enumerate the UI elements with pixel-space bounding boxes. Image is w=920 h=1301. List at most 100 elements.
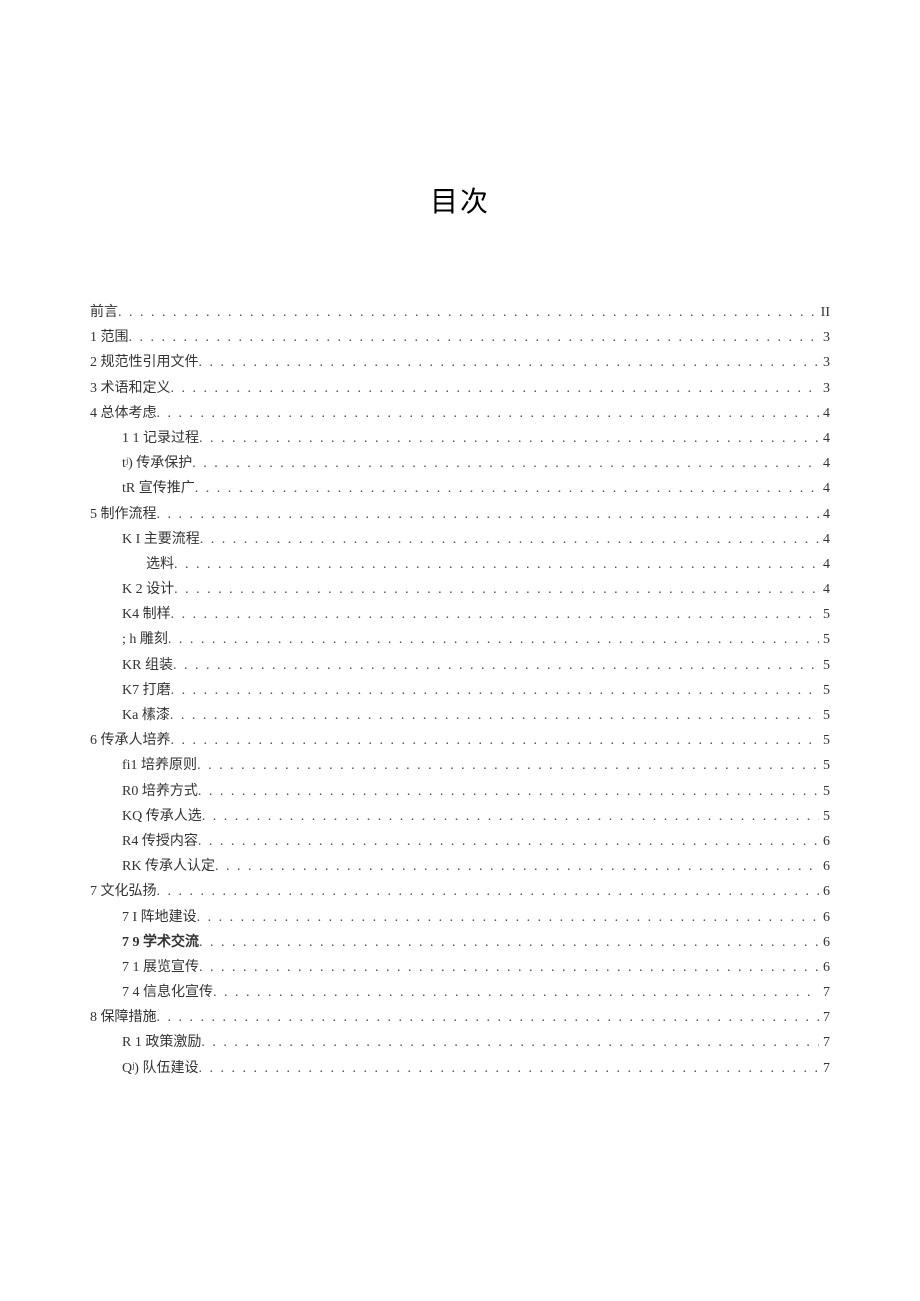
toc-entry: R 1 政策激励7 (90, 1030, 830, 1055)
toc-entry: RK 传承人认定 6 (90, 854, 830, 879)
toc-entry-leader (157, 879, 820, 904)
toc-entry-page: 5 (819, 703, 830, 728)
toc-entry-label: 3 术语和定义 (90, 376, 171, 401)
toc-entry: 7 I 阵地建设6 (90, 905, 830, 930)
toc-entry-page: 5 (819, 779, 830, 804)
toc-entry-leader (199, 930, 819, 955)
toc-entry-leader (195, 476, 819, 501)
toc-entry: 前言 II (90, 300, 830, 325)
toc-entry: ; h 雕刻 5 (90, 627, 830, 652)
toc-entry-leader (199, 955, 819, 980)
toc-entry-label: 1 1 记录过程 (122, 426, 199, 451)
toc-entry-label: R4 传授内容 (122, 829, 198, 854)
toc-entry-leader (171, 678, 819, 703)
toc-entry-label: KQ 传承人选 (122, 804, 202, 829)
toc-entry: 7 文化弘扬6 (90, 879, 830, 904)
toc-entry-page: 3 (819, 376, 830, 401)
toc-entry-page: 5 (819, 653, 830, 678)
toc-entry: 1 范围 3 (90, 325, 830, 350)
toc-entry-label: ; h 雕刻 (122, 627, 168, 652)
toc-entry-page: 4 (819, 502, 830, 527)
toc-entry: KQ 传承人选5 (90, 804, 830, 829)
toc-entry-leader (199, 350, 820, 375)
toc-entry: K7 打磨5 (90, 678, 830, 703)
toc-entry-leader (118, 300, 817, 325)
toc-entry-leader (198, 829, 819, 854)
toc-entry-page: 6 (819, 930, 830, 955)
toc-entry-page: 6 (819, 829, 830, 854)
toc-entry-page: 5 (819, 627, 830, 652)
toc-entry-label: KR 组装 (122, 653, 173, 678)
toc-entry-leader (171, 602, 819, 627)
toc-entry-page: 4 (819, 451, 830, 476)
toc-entry-leader (157, 401, 820, 426)
toc-entry-label: R 1 政策激励 (122, 1030, 201, 1055)
toc-entry: Ka 榡漆5 (90, 703, 830, 728)
toc-entry-page: 4 (819, 426, 830, 451)
toc-entry-label: tR 宣传推广 (122, 476, 195, 501)
toc-entry-page: 7 (819, 980, 830, 1005)
table-of-contents: 前言II1 范围32 规范性引用文件33 术语和定义34 总体考虑41 1 记录… (90, 300, 830, 1081)
toc-entry-label: K4 制样 (122, 602, 171, 627)
toc-entry-leader (213, 980, 819, 1005)
toc-entry-page: 7 (819, 1005, 830, 1030)
toc-entry: 2 规范性引用文件3 (90, 350, 830, 375)
toc-entry-leader (197, 753, 819, 778)
toc-entry-leader (157, 1005, 820, 1030)
toc-entry-label: fi1 培养原则 (122, 753, 197, 778)
toc-entry-page: II (817, 300, 830, 325)
toc-entry: K I 主要流程4 (90, 527, 830, 552)
toc-entry-page: 5 (819, 753, 830, 778)
toc-entry-page: 6 (819, 854, 830, 879)
toc-entry: R0 培养方式 5 (90, 779, 830, 804)
toc-entry-label: RK 传承人认定 (122, 854, 215, 879)
toc-entry-label: Qʲ) 队伍建设 (122, 1056, 198, 1081)
toc-entry-label: 前言 (90, 300, 118, 325)
toc-entry: 7 1 展览宣传 6 (90, 955, 830, 980)
toc-entry-leader (201, 1030, 819, 1055)
toc-entry-label: 6 传承人培养 (90, 728, 171, 753)
toc-entry-leader (157, 502, 820, 527)
toc-entry-label: 7 9 学术交流 (122, 930, 199, 955)
toc-entry: fi1 培养原则 5 (90, 753, 830, 778)
toc-entry: 7 4 信息化宣传 7 (90, 980, 830, 1005)
toc-entry-leader (174, 577, 819, 602)
toc-entry-page: 4 (819, 476, 830, 501)
toc-entry-page: 4 (819, 552, 830, 577)
toc-entry: 选料 4 (90, 552, 830, 577)
toc-entry: 3 术语和定义 3 (90, 376, 830, 401)
toc-entry-page: 6 (819, 905, 830, 930)
toc-entry-label: 选料 (146, 552, 174, 577)
toc-entry-label: K7 打磨 (122, 678, 171, 703)
toc-entry-leader (198, 779, 819, 804)
toc-entry: KR 组装 5 (90, 653, 830, 678)
page-title: 目次 (90, 180, 830, 220)
toc-entry: 1 1 记录过程 4 (90, 426, 830, 451)
document-page: 目次 前言II1 范围32 规范性引用文件33 术语和定义34 总体考虑41 1… (0, 0, 920, 1081)
toc-entry-leader (197, 905, 819, 930)
toc-entry-label: R0 培养方式 (122, 779, 198, 804)
toc-entry-leader (129, 325, 820, 350)
toc-entry-page: 5 (819, 602, 830, 627)
toc-entry-page: 4 (819, 527, 830, 552)
toc-entry-label: 8 保障措施 (90, 1005, 157, 1030)
toc-entry: Qʲ) 队伍建设7 (90, 1056, 830, 1081)
toc-entry-label: 7 1 展览宣传 (122, 955, 199, 980)
toc-entry: 4 总体考虑4 (90, 401, 830, 426)
toc-entry: R4 传授内容 6 (90, 829, 830, 854)
toc-entry-leader (174, 552, 819, 577)
toc-entry-page: 4 (819, 401, 830, 426)
toc-entry-leader (192, 451, 819, 476)
toc-entry-label: 1 范围 (90, 325, 129, 350)
toc-entry: tR 宣传推广 4 (90, 476, 830, 501)
toc-entry-leader (200, 527, 819, 552)
toc-entry-page: 6 (819, 955, 830, 980)
toc-entry-page: 5 (819, 728, 830, 753)
toc-entry: K4 制样 5 (90, 602, 830, 627)
toc-entry: 7 9 学术交流 6 (90, 930, 830, 955)
toc-entry-label: tʲ) 传承保护 (122, 451, 192, 476)
toc-entry-leader (198, 1056, 819, 1081)
toc-entry-leader (171, 728, 820, 753)
toc-entry-page: 3 (819, 325, 830, 350)
toc-entry-label: 7 4 信息化宣传 (122, 980, 213, 1005)
